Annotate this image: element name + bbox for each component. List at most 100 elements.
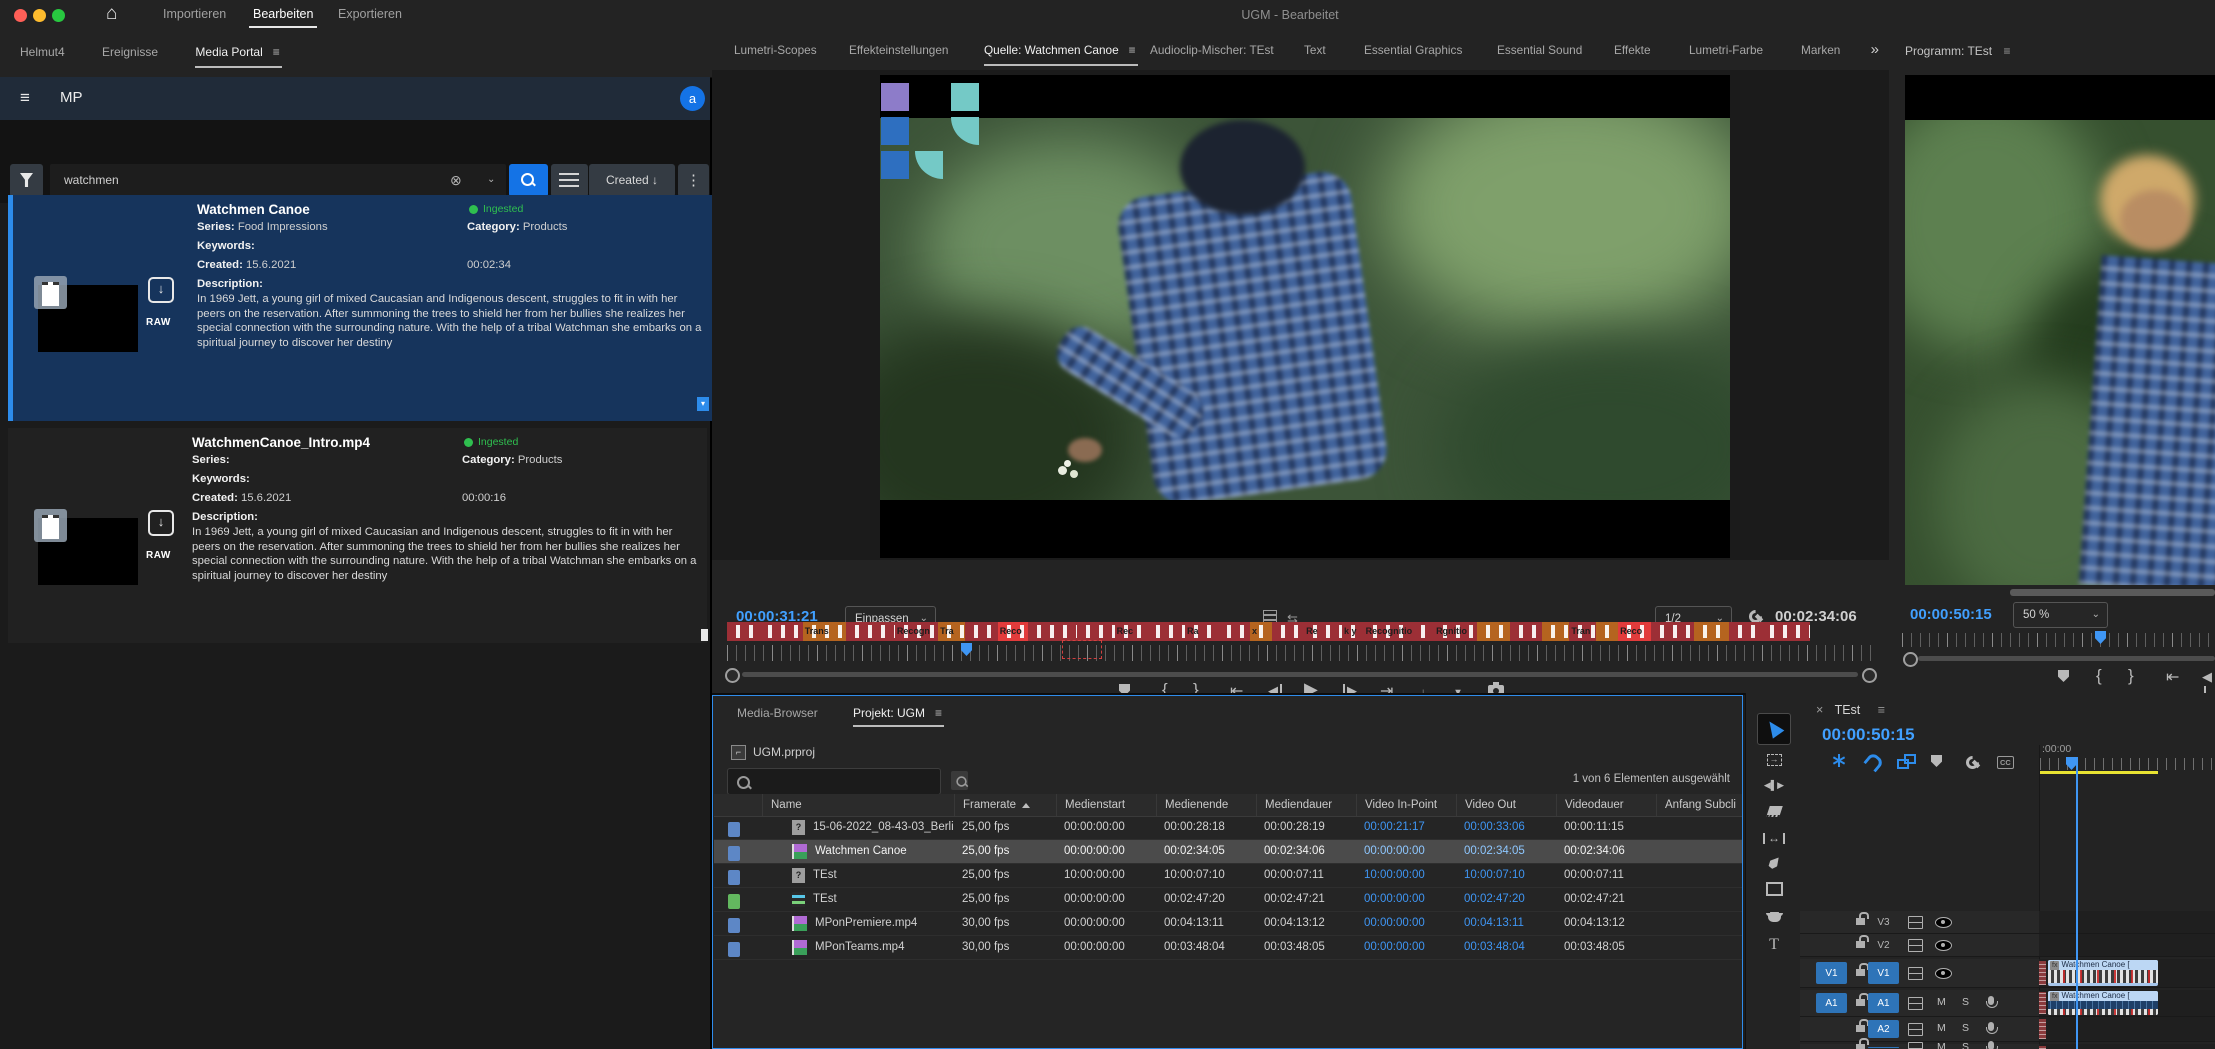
clip-fragment[interactable]: [2039, 992, 2046, 1014]
sync-lock-icon[interactable]: [1908, 1023, 1923, 1030]
source-target-button[interactable]: V1: [1816, 962, 1847, 984]
panel-tab[interactable]: Projekt: UGM≡: [853, 706, 942, 720]
label-color-chip[interactable]: [728, 942, 740, 957]
minimize-window-icon[interactable]: [33, 9, 46, 22]
timeline-track[interactable]: V3 M S fxWatchmen Canoe [: [1800, 911, 2215, 934]
timeline-track[interactable]: M S fxWatchmen Canoe [: [1800, 1044, 2215, 1049]
track-target-button[interactable]: V2: [1868, 937, 1899, 953]
table-row[interactable]: MPonPremiere.mp4 30,00 fps 00:00:00:00 0…: [714, 912, 1742, 936]
zoom-window-icon[interactable]: [52, 9, 65, 22]
lock-icon[interactable]: [1856, 1025, 1865, 1032]
panel-tab[interactable]: Ereignisse≡: [102, 45, 158, 59]
table-header[interactable]: Name Framerate Medienstart Medienende Me…: [714, 794, 1742, 817]
program-time-ruler[interactable]: [1902, 633, 2215, 647]
asset-card[interactable]: WatchmenCanoe_Intro.mp4 Ingested Series:…: [8, 428, 707, 643]
more-options-button[interactable]: ⋮: [678, 164, 709, 197]
column-name[interactable]: Name: [762, 794, 954, 816]
track-visibility-eye-icon[interactable]: [1935, 940, 1952, 951]
marker-segment[interactable]: [1477, 622, 1509, 641]
sync-lock-icon[interactable]: [1908, 967, 1923, 974]
clip-fragment[interactable]: [2039, 1019, 2046, 1039]
panel-menu-icon[interactable]: ≡: [1878, 703, 1885, 717]
marker-segment[interactable]: k y: [1342, 622, 1364, 641]
project-file-name[interactable]: UGM.prproj: [753, 745, 815, 759]
column-anfang-subclip[interactable]: Anfang Subcli: [1656, 794, 1743, 816]
mute-button[interactable]: M: [1937, 1041, 1946, 1049]
marker-segment[interactable]: [965, 622, 997, 641]
track-target-button[interactable]: A1: [1868, 993, 1899, 1013]
clip-fragment[interactable]: [2039, 961, 2046, 985]
mute-button[interactable]: M: [1937, 1022, 1946, 1034]
chevron-down-icon[interactable]: ⌄: [487, 174, 495, 185]
marker-segment[interactable]: [1596, 622, 1618, 641]
lock-icon[interactable]: [1856, 969, 1865, 976]
voiceover-mic-icon[interactable]: [1988, 996, 1994, 1005]
table-row[interactable]: ?15-06-2022_08-43-03_Berli 25,00 fps 00:…: [714, 816, 1742, 840]
panel-tab[interactable]: Media Portal≡: [195, 45, 279, 59]
add-marker-button[interactable]: [2058, 669, 2069, 686]
source-marker-band[interactable]: Trans Recogn Tra Reco Rec: [727, 622, 1810, 641]
timeline-settings-wrench-icon[interactable]: [1964, 754, 1984, 770]
timeline-clip[interactable]: fxWatchmen Canoe [: [2048, 960, 2158, 986]
lock-icon[interactable]: [1856, 918, 1865, 925]
download-icon[interactable]: ↓: [148, 277, 174, 303]
timeline-track[interactable]: A1 A1 M S fxWatchmen Canoe [: [1800, 990, 2215, 1017]
search-input[interactable]: watchmen ⊗ ⌄: [50, 164, 506, 197]
nav-bearbeiten[interactable]: Bearbeiten: [253, 7, 313, 21]
track-target-button[interactable]: A2: [1868, 1020, 1899, 1038]
zoom-handle-left[interactable]: [1903, 652, 1918, 667]
table-row[interactable]: ?TEst 25,00 fps 10:00:00:00 10:00:07:10 …: [714, 864, 1742, 888]
program-zoom-scrollbar[interactable]: [1918, 656, 2215, 661]
track-select-tool[interactable]: →: [1760, 745, 1788, 769]
marker-segment[interactable]: [1028, 622, 1077, 641]
panel-tab[interactable]: Media-Browser≡: [737, 706, 818, 720]
marker-segment[interactable]: Trans: [803, 622, 846, 641]
table-row[interactable]: Watchmen Canoe 25,00 fps 00:00:00:00 00:…: [714, 840, 1742, 864]
sync-lock-icon[interactable]: [1908, 939, 1923, 946]
column-videodauer[interactable]: Videodauer: [1556, 794, 1656, 816]
expand-card-button[interactable]: ▾: [697, 397, 709, 411]
asset-thumbnail[interactable]: [38, 518, 138, 585]
view-options-button[interactable]: [551, 164, 588, 197]
source-time-ruler[interactable]: [727, 645, 1873, 661]
sort-dropdown[interactable]: Created ↓: [589, 164, 675, 197]
panel-tab[interactable]: Text≡: [1304, 43, 1326, 57]
program-pan-scrollbar[interactable]: [2010, 589, 2215, 596]
column-framerate[interactable]: Framerate: [954, 794, 1056, 816]
selection-tool[interactable]: [1757, 713, 1791, 745]
table-row[interactable]: MPonTeams.mp4 30,00 fps 00:00:00:00 00:0…: [714, 936, 1742, 960]
marker-segment[interactable]: [1272, 622, 1304, 641]
marker-segment[interactable]: [1412, 622, 1434, 641]
column-medienende[interactable]: Medienende: [1156, 794, 1256, 816]
timeline-timecode[interactable]: 00:00:50:15: [1822, 725, 1915, 745]
solo-button[interactable]: S: [1962, 996, 1969, 1008]
marker-segment[interactable]: [1761, 622, 1810, 641]
add-marker-icon[interactable]: [1931, 755, 1951, 771]
marker-segment[interactable]: Rgnitio: [1434, 622, 1477, 641]
sequence-tab[interactable]: × TEst ≡: [1816, 703, 1885, 717]
mute-button[interactable]: M: [1937, 996, 1946, 1008]
solo-button[interactable]: S: [1962, 1022, 1969, 1034]
marker-segment[interactable]: [1510, 622, 1542, 641]
sync-lock-icon[interactable]: [1908, 1042, 1923, 1049]
new-search-bin-button[interactable]: [951, 771, 968, 790]
menu-icon[interactable]: ≡: [20, 88, 30, 108]
program-tab[interactable]: Programm: TEst ≡: [1905, 44, 2011, 58]
marker-segment[interactable]: [1651, 622, 1694, 641]
asset-thumbnail[interactable]: [38, 285, 138, 352]
marker-segment[interactable]: [1147, 622, 1185, 641]
panel-tab[interactable]: Helmut4≡: [20, 45, 65, 59]
marker-segment[interactable]: [846, 622, 895, 641]
panel-tab[interactable]: Audioclip-Mischer: TEst≡: [1150, 43, 1274, 57]
panel-menu-icon[interactable]: ≡: [2003, 44, 2010, 58]
panel-tab[interactable]: Marken≡: [1801, 43, 1840, 57]
tab-overflow-icon[interactable]: »: [1871, 41, 1879, 58]
column-video-in[interactable]: Video In-Point: [1356, 794, 1456, 816]
mark-in-button[interactable]: {: [2096, 666, 2102, 686]
pen-tool[interactable]: [1760, 852, 1788, 876]
avatar[interactable]: a: [680, 86, 705, 111]
lock-icon[interactable]: [1856, 999, 1865, 1006]
panel-menu-icon[interactable]: ≡: [273, 45, 280, 59]
zoom-handle-right[interactable]: [1862, 668, 1877, 683]
label-color-chip[interactable]: [728, 870, 740, 885]
